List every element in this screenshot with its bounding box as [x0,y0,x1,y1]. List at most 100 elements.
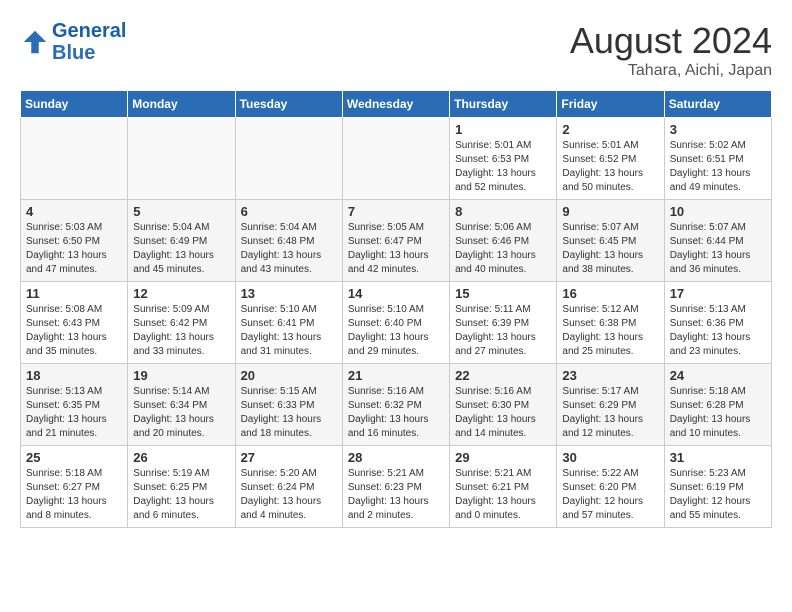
day-info: Sunset: 6:53 PM [455,153,551,167]
day-info: Sunset: 6:30 PM [455,399,551,413]
day-info: Sunrise: 5:01 AM [562,139,658,153]
day-info: Sunset: 6:47 PM [348,235,444,249]
day-number: 27 [241,450,337,465]
calendar-day-cell: 21Sunrise: 5:16 AMSunset: 6:32 PMDayligh… [342,364,449,446]
day-number: 14 [348,286,444,301]
day-info: Daylight: 13 hours and 10 minutes. [670,413,766,441]
day-info: Sunset: 6:43 PM [26,317,122,331]
calendar-day-cell: 9Sunrise: 5:07 AMSunset: 6:45 PMDaylight… [557,200,664,282]
day-number: 8 [455,204,551,219]
day-info: Sunset: 6:52 PM [562,153,658,167]
day-info: Daylight: 13 hours and 36 minutes. [670,249,766,277]
day-info: Sunset: 6:44 PM [670,235,766,249]
day-info: Sunrise: 5:11 AM [455,303,551,317]
day-info: Daylight: 13 hours and 8 minutes. [26,495,122,523]
weekday-header: Saturday [664,91,771,118]
day-info: Daylight: 13 hours and 33 minutes. [133,331,229,359]
calendar-header: SundayMondayTuesdayWednesdayThursdayFrid… [21,91,772,118]
calendar-day-cell: 22Sunrise: 5:16 AMSunset: 6:30 PMDayligh… [450,364,557,446]
weekday-header: Monday [128,91,235,118]
day-info: Daylight: 12 hours and 57 minutes. [562,495,658,523]
day-info: Sunset: 6:29 PM [562,399,658,413]
weekday-header: Sunday [21,91,128,118]
day-info: Daylight: 13 hours and 23 minutes. [670,331,766,359]
day-info: Sunrise: 5:07 AM [670,221,766,235]
logo-icon [20,27,50,57]
day-info: Daylight: 13 hours and 27 minutes. [455,331,551,359]
day-info: Sunrise: 5:01 AM [455,139,551,153]
day-info: Daylight: 13 hours and 47 minutes. [26,249,122,277]
day-number: 12 [133,286,229,301]
header: General Blue August 2024 Tahara, Aichi, … [20,20,772,80]
calendar-day-cell: 3Sunrise: 5:02 AMSunset: 6:51 PMDaylight… [664,118,771,200]
calendar-day-cell: 19Sunrise: 5:14 AMSunset: 6:34 PMDayligh… [128,364,235,446]
day-info: Sunrise: 5:07 AM [562,221,658,235]
day-info: Sunset: 6:19 PM [670,481,766,495]
calendar-day-cell: 17Sunrise: 5:13 AMSunset: 6:36 PMDayligh… [664,282,771,364]
day-info: Sunrise: 5:21 AM [348,467,444,481]
calendar-day-cell: 1Sunrise: 5:01 AMSunset: 6:53 PMDaylight… [450,118,557,200]
day-number: 1 [455,122,551,137]
day-number: 28 [348,450,444,465]
day-info: Sunrise: 5:22 AM [562,467,658,481]
month-title: August 2024 [570,20,772,62]
day-info: Sunset: 6:23 PM [348,481,444,495]
day-info: Sunrise: 5:05 AM [348,221,444,235]
calendar-day-cell: 13Sunrise: 5:10 AMSunset: 6:41 PMDayligh… [235,282,342,364]
day-number: 25 [26,450,122,465]
day-info: Daylight: 13 hours and 49 minutes. [670,167,766,195]
day-info: Sunrise: 5:20 AM [241,467,337,481]
day-info: Sunset: 6:49 PM [133,235,229,249]
day-info: Daylight: 13 hours and 45 minutes. [133,249,229,277]
day-info: Daylight: 13 hours and 43 minutes. [241,249,337,277]
day-info: Sunrise: 5:23 AM [670,467,766,481]
calendar-day-cell: 12Sunrise: 5:09 AMSunset: 6:42 PMDayligh… [128,282,235,364]
day-number: 2 [562,122,658,137]
day-info: Sunset: 6:20 PM [562,481,658,495]
calendar-day-cell: 10 Sunrise: 5:07 AMSunset: 6:44 PMDayligh… [664,200,771,282]
calendar-day-cell: 25Sunrise: 5:18 AMSunset: 6:27 PMDayligh… [21,446,128,528]
logo: General Blue [20,20,126,64]
day-info: Daylight: 13 hours and 20 minutes. [133,413,229,441]
day-info: Sunrise: 5:15 AM [241,385,337,399]
calendar-day-cell: 14Sunrise: 5:10 AMSunset: 6:40 PMDayligh… [342,282,449,364]
calendar-day-cell: 30Sunrise: 5:22 AMSunset: 6:20 PMDayligh… [557,446,664,528]
day-info: Daylight: 13 hours and 35 minutes. [26,331,122,359]
day-info: Sunset: 6:25 PM [133,481,229,495]
day-info: Sunset: 6:41 PM [241,317,337,331]
weekday-header: Friday [557,91,664,118]
day-number: 18 [26,368,122,383]
logo-line1: General [52,20,126,42]
day-info: Daylight: 13 hours and 16 minutes. [348,413,444,441]
day-number: 16 [562,286,658,301]
day-number: 19 [133,368,229,383]
day-number: 26 [133,450,229,465]
calendar-day-cell: 15Sunrise: 5:11 AMSunset: 6:39 PMDayligh… [450,282,557,364]
day-info: Sunset: 6:27 PM [26,481,122,495]
calendar-day-cell: 7Sunrise: 5:05 AMSunset: 6:47 PMDaylight… [342,200,449,282]
day-info: Sunrise: 5:06 AM [455,221,551,235]
weekday-header: Wednesday [342,91,449,118]
day-info: Sunrise: 5:16 AM [455,385,551,399]
calendar-day-cell: 24Sunrise: 5:18 AMSunset: 6:28 PMDayligh… [664,364,771,446]
day-info: Daylight: 13 hours and 0 minutes. [455,495,551,523]
calendar-day-cell: 18Sunrise: 5:13 AMSunset: 6:35 PMDayligh… [21,364,128,446]
day-info: Sunset: 6:21 PM [455,481,551,495]
day-number: 20 [241,368,337,383]
day-number: 10 [670,204,766,219]
day-info: Daylight: 13 hours and 29 minutes. [348,331,444,359]
calendar-day-cell [235,118,342,200]
day-number: 4 [26,204,122,219]
header-row: SundayMondayTuesdayWednesdayThursdayFrid… [21,91,772,118]
day-info: Daylight: 13 hours and 40 minutes. [455,249,551,277]
day-number: 9 [562,204,658,219]
calendar-day-cell [21,118,128,200]
weekday-header: Tuesday [235,91,342,118]
calendar-week-row: 1Sunrise: 5:01 AMSunset: 6:53 PMDaylight… [21,118,772,200]
calendar-week-row: 18Sunrise: 5:13 AMSunset: 6:35 PMDayligh… [21,364,772,446]
location-subtitle: Tahara, Aichi, Japan [570,62,772,80]
day-number: 6 [241,204,337,219]
day-info: Sunset: 6:46 PM [455,235,551,249]
calendar-week-row: 11Sunrise: 5:08 AMSunset: 6:43 PMDayligh… [21,282,772,364]
day-number: 13 [241,286,337,301]
